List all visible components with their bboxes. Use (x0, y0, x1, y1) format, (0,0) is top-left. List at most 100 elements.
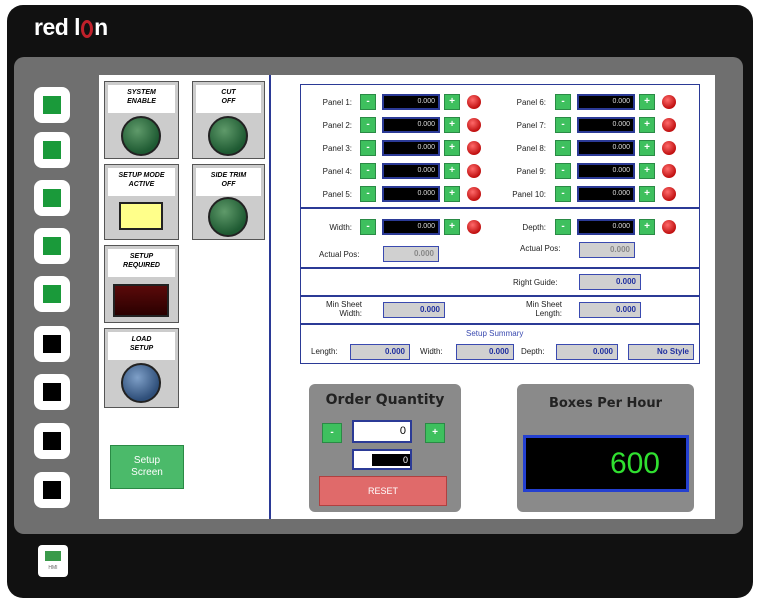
panel-decrement-button[interactable]: - (555, 117, 571, 133)
order-quantity-decrement-button[interactable]: - (322, 423, 342, 443)
panel-increment-button[interactable]: + (444, 163, 460, 179)
pin-icon[interactable] (467, 95, 481, 109)
panel-label: Panel 6: (516, 98, 546, 107)
panel-increment-button[interactable]: + (444, 140, 460, 156)
panel-label: Panel 1: (322, 98, 352, 107)
panel-value-field[interactable]: 0.000 (577, 163, 635, 179)
function-key-4[interactable] (34, 228, 70, 264)
panel-value-field[interactable]: 0.000 (577, 140, 635, 156)
panel-label: Panel 7: (516, 121, 546, 130)
order-quantity-increment-button[interactable]: + (425, 423, 445, 443)
panel-decrement-button[interactable]: - (360, 94, 376, 110)
width-decrement-button[interactable]: - (360, 219, 376, 235)
right-guide-label: Right Guide: (513, 278, 558, 287)
screen-divider (269, 75, 271, 519)
cut-off-lamp (208, 116, 248, 156)
order-quantity-keypad-field[interactable]: 0 (352, 449, 412, 470)
system-enable-indicator[interactable]: SYSTEM ENABLE (104, 81, 179, 159)
setup-mode-active-label: SETUP MODE ACTIVE (108, 168, 175, 196)
setup-required-lamp (113, 284, 169, 317)
summary-depth-value: 0.000 (556, 344, 618, 360)
function-key-7[interactable] (34, 374, 70, 410)
summary-width-label: Width: (420, 347, 443, 356)
keypad-value: 0 (372, 454, 410, 466)
panel-increment-button[interactable]: + (639, 163, 655, 179)
function-key-2[interactable] (34, 132, 70, 168)
setup-mode-active-indicator: SETUP MODE ACTIVE (104, 164, 179, 240)
setup-summary-title: Setup Summary (466, 329, 524, 338)
panel-value-field[interactable]: 0.000 (577, 186, 635, 202)
depth-pin-icon[interactable] (662, 220, 676, 234)
panel-decrement-button[interactable]: - (360, 140, 376, 156)
panel-value-field[interactable]: 0.000 (577, 117, 635, 133)
brand-logo: red ln (34, 14, 108, 40)
pin-icon[interactable] (662, 95, 676, 109)
function-key-5[interactable] (34, 276, 70, 312)
panel-decrement-button[interactable]: - (360, 186, 376, 202)
function-key-3[interactable] (34, 180, 70, 216)
panel-increment-button[interactable]: + (444, 186, 460, 202)
panel-decrement-button[interactable]: - (555, 94, 571, 110)
panel-increment-button[interactable]: + (639, 94, 655, 110)
width-value-field[interactable]: 0.000 (382, 219, 440, 235)
function-key-6[interactable] (34, 326, 70, 362)
system-menu-icon[interactable]: HMI (38, 545, 68, 577)
panel-decrement-button[interactable]: - (555, 163, 571, 179)
panel-value-field[interactable]: 0.000 (577, 94, 635, 110)
boxes-per-hour-title: Boxes Per Hour (548, 396, 663, 411)
pin-icon[interactable] (662, 164, 676, 178)
pin-icon[interactable] (467, 141, 481, 155)
width-actual-pos-label: Actual Pos: (319, 250, 360, 259)
panel-decrement-button[interactable]: - (555, 186, 571, 202)
pin-icon[interactable] (467, 164, 481, 178)
depth-actual-pos-value: 0.000 (579, 242, 635, 258)
reset-button[interactable]: RESET (319, 476, 447, 506)
load-setup-lamp (121, 363, 161, 403)
panel-increment-button[interactable]: + (444, 94, 460, 110)
panel-decrement-button[interactable]: - (555, 140, 571, 156)
summary-length-value: 0.000 (350, 344, 410, 360)
logo-o-mark (81, 20, 94, 38)
side-trim-off-label: SIDE TRIM OFF (196, 168, 261, 196)
order-quantity-field[interactable]: 0 (352, 420, 412, 443)
panel-value-field[interactable]: 0.000 (382, 163, 440, 179)
summary-depth-label: Depth: (521, 347, 545, 356)
cut-off-label: CUT OFF (196, 85, 261, 113)
pin-icon[interactable] (467, 187, 481, 201)
panel-increment-button[interactable]: + (639, 140, 655, 156)
depth-label: Depth: (522, 223, 546, 232)
panel-increment-button[interactable]: + (444, 117, 460, 133)
pin-icon[interactable] (662, 141, 676, 155)
panel-value-field[interactable]: 0.000 (382, 117, 440, 133)
depth-value-field[interactable]: 0.000 (577, 219, 635, 235)
summary-style-value: No Style (628, 344, 694, 360)
depth-decrement-button[interactable]: - (555, 219, 571, 235)
system-enable-label: SYSTEM ENABLE (108, 85, 175, 113)
pin-icon[interactable] (662, 187, 676, 201)
panel-value-field[interactable]: 0.000 (382, 94, 440, 110)
cut-off-indicator[interactable]: CUT OFF (192, 81, 265, 159)
load-setup-label: LOAD SETUP (108, 332, 175, 360)
function-key-8[interactable] (34, 423, 70, 459)
min-sheet-length-value: 0.000 (579, 302, 641, 318)
setup-mode-lamp (119, 202, 163, 230)
side-trim-off-indicator[interactable]: SIDE TRIM OFF (192, 164, 265, 240)
width-pin-icon[interactable] (467, 220, 481, 234)
panel-value-field[interactable]: 0.000 (382, 140, 440, 156)
function-key-1[interactable] (34, 87, 70, 123)
panel-value-field[interactable]: 0.000 (382, 186, 440, 202)
pin-icon[interactable] (467, 118, 481, 132)
panel-increment-button[interactable]: + (639, 117, 655, 133)
panel-label: Panel 4: (322, 167, 352, 176)
panel-label: Panel 5: (322, 190, 352, 199)
width-increment-button[interactable]: + (444, 219, 460, 235)
load-setup-button[interactable]: LOAD SETUP (104, 328, 179, 408)
depth-increment-button[interactable]: + (639, 219, 655, 235)
panel-label: Panel 2: (322, 121, 352, 130)
panel-decrement-button[interactable]: - (360, 117, 376, 133)
setup-screen-button[interactable]: Setup Screen (110, 445, 184, 489)
function-key-9[interactable] (34, 472, 70, 508)
pin-icon[interactable] (662, 118, 676, 132)
panel-increment-button[interactable]: + (639, 186, 655, 202)
panel-decrement-button[interactable]: - (360, 163, 376, 179)
